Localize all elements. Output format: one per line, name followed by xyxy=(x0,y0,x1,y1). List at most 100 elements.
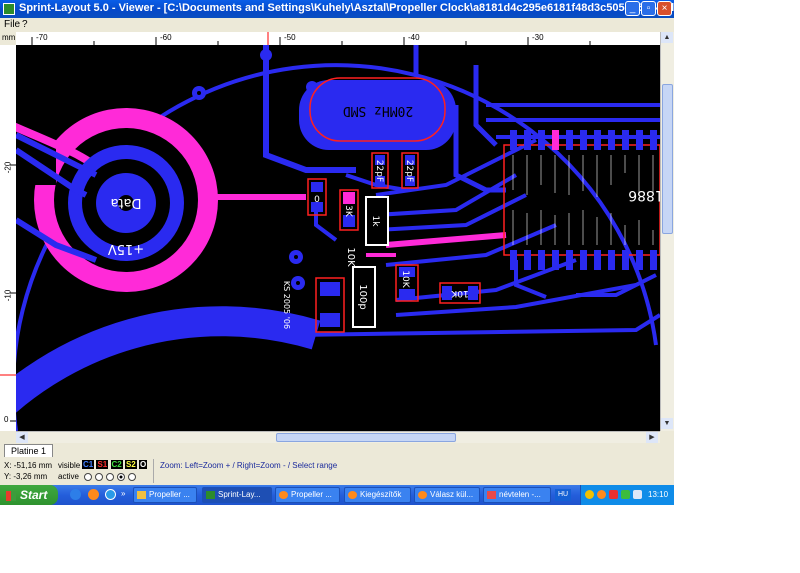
active-layer-radios xyxy=(84,472,139,481)
smd-component-10k-a: 10K xyxy=(345,247,356,267)
status-divider xyxy=(153,459,154,483)
monitor-icon[interactable] xyxy=(633,490,642,499)
title-bar: Sprint-Layout 5.0 - Viewer - [C:\Documen… xyxy=(0,0,690,18)
layer-s1[interactable]: S1 xyxy=(96,460,109,469)
antivirus-icon[interactable] xyxy=(609,490,618,499)
firefox-icon xyxy=(418,491,427,499)
ruler-unit-label: mm xyxy=(2,33,16,42)
component-label: 22pF xyxy=(374,160,384,182)
active-label: active xyxy=(58,472,79,481)
quicklaunch-more-icon[interactable]: » xyxy=(121,489,125,498)
task-button[interactable]: névtelen -... xyxy=(483,487,551,503)
security-icon[interactable] xyxy=(585,490,594,499)
horizontal-scrollbar[interactable]: ◀ ▶ xyxy=(16,431,660,443)
scroll-up-icon[interactable]: ▲ xyxy=(661,32,673,43)
crystal-label: 20MHz SMD xyxy=(343,103,414,118)
smd-component-10k-b xyxy=(315,277,345,333)
firefox-icon xyxy=(279,491,288,499)
layer-s2[interactable]: S2 xyxy=(124,460,137,469)
board-label: KS 2005 '06 xyxy=(282,281,291,329)
firefox-icon[interactable] xyxy=(88,489,99,500)
tab-platine-1[interactable]: Platine 1 xyxy=(4,444,54,457)
radio-o[interactable] xyxy=(128,472,136,481)
taskbar: Start » Propeller ... Sprint-Lay... Prop… xyxy=(0,485,674,505)
app-icon xyxy=(3,3,15,15)
component-label: 1k xyxy=(370,216,380,228)
scroll-down-icon[interactable]: ▼ xyxy=(661,418,673,429)
windows-flag-icon xyxy=(6,490,16,501)
close-icon[interactable]: × xyxy=(657,1,672,16)
smd-component-10k-d: 10K xyxy=(439,282,481,304)
sprint-layout-icon xyxy=(206,491,215,499)
component-label: 100p xyxy=(357,284,368,309)
layer-c2[interactable]: C2 xyxy=(110,460,123,469)
pcb-canvas[interactable]: 20MHz SMD 886 22pF 22pF 0 3K 1k 10K 100p… xyxy=(16,45,660,431)
component-label: 22pF xyxy=(404,160,414,182)
layer-visibility: C1 S1 C2 S2 O xyxy=(82,460,148,469)
layer-o[interactable]: O xyxy=(139,460,148,469)
coord-x-label: X: xyxy=(4,461,12,470)
maximize-icon[interactable]: ▫ xyxy=(641,1,656,16)
ie-icon[interactable] xyxy=(105,489,116,500)
scroll-left-icon[interactable]: ◀ xyxy=(16,432,28,443)
vertical-scrollbar[interactable]: ▲ ▼ xyxy=(660,32,674,431)
scroll-right-icon[interactable]: ▶ xyxy=(646,432,658,443)
component-label: 10K xyxy=(450,288,468,298)
coord-y-label: Y: xyxy=(4,472,12,481)
task-button[interactable]: Propeller ... xyxy=(133,487,197,503)
ic-label: 1886 xyxy=(628,187,660,203)
firefox-icon xyxy=(348,491,357,499)
paint-icon xyxy=(487,491,496,499)
coord-x-value: -51,16 mm xyxy=(13,461,53,470)
minimize-icon[interactable]: _ xyxy=(625,1,640,16)
vertical-scroll-thumb[interactable] xyxy=(662,84,673,234)
folder-icon xyxy=(137,491,146,499)
smd-component-1k: 1k xyxy=(365,196,389,246)
radio-c2[interactable] xyxy=(106,472,114,481)
task-button[interactable]: Válasz kül... xyxy=(414,487,480,503)
start-button[interactable]: Start xyxy=(0,485,58,505)
visible-label: visible xyxy=(58,461,81,470)
smd-component-10k-c: 10K xyxy=(395,264,419,302)
horizontal-ruler: -70 -60 -50 -40 -30 xyxy=(16,32,660,46)
pad-label-data: Data xyxy=(110,195,141,210)
smd-component-0: 0 xyxy=(307,178,327,216)
ruler-ticks xyxy=(31,32,591,45)
coord-y: Y: -3,26 mm xyxy=(4,472,47,481)
coord-y-value: -3,26 mm xyxy=(13,472,48,481)
language-indicator[interactable]: HU xyxy=(555,489,571,501)
radio-s2[interactable] xyxy=(117,472,125,481)
task-button[interactable]: Propeller ... xyxy=(275,487,340,503)
start-label: Start xyxy=(20,488,48,502)
pcb-layout: 20MHz SMD 886 22pF 22pF 0 3K 1k 10K 100p… xyxy=(16,45,660,431)
smd-component-3k: 3K xyxy=(339,189,359,231)
ruler-ticks xyxy=(0,164,16,422)
task-button[interactable]: Sprint-Lay... xyxy=(202,487,272,503)
component-label: 0 xyxy=(314,195,320,205)
board-tabs: Platine 1 xyxy=(0,443,674,458)
menu-bar: File ? xyxy=(0,18,674,32)
show-desktop-icon[interactable] xyxy=(70,489,81,500)
task-button[interactable]: Kiegészítők xyxy=(344,487,411,503)
layer-c1[interactable]: C1 xyxy=(82,460,95,469)
ground-ring-trace xyxy=(16,306,321,413)
menu-file[interactable]: File xyxy=(4,19,20,30)
radio-s1[interactable] xyxy=(95,472,103,481)
window-title: Sprint-Layout 5.0 - Viewer - [C:\Documen… xyxy=(19,2,691,14)
smd-component-100p: 100p xyxy=(352,266,376,328)
status-bar: X: -51,16 mm Y: -3,26 mm visible active … xyxy=(0,457,674,485)
menu-help[interactable]: ? xyxy=(22,19,28,30)
horizontal-scroll-thumb[interactable] xyxy=(276,433,456,442)
component-label: 10K xyxy=(400,270,410,288)
data-trace xyxy=(385,232,507,248)
coord-x: X: -51,16 mm xyxy=(4,461,52,470)
zoom-hint: Zoom: Left=Zoom + / Right=Zoom - / Selec… xyxy=(160,461,338,470)
radio-c1[interactable] xyxy=(84,472,92,481)
network-icon[interactable] xyxy=(621,490,630,499)
pad-label-gnd: GND xyxy=(116,273,146,288)
component-label: 10K xyxy=(345,247,356,267)
vertical-ruler: -20 -10 0 xyxy=(0,45,17,431)
smd-component-22pf-2: 22pF xyxy=(401,152,419,189)
pad-label-15v: +15V xyxy=(108,241,144,256)
firefox-icon[interactable] xyxy=(597,490,606,499)
